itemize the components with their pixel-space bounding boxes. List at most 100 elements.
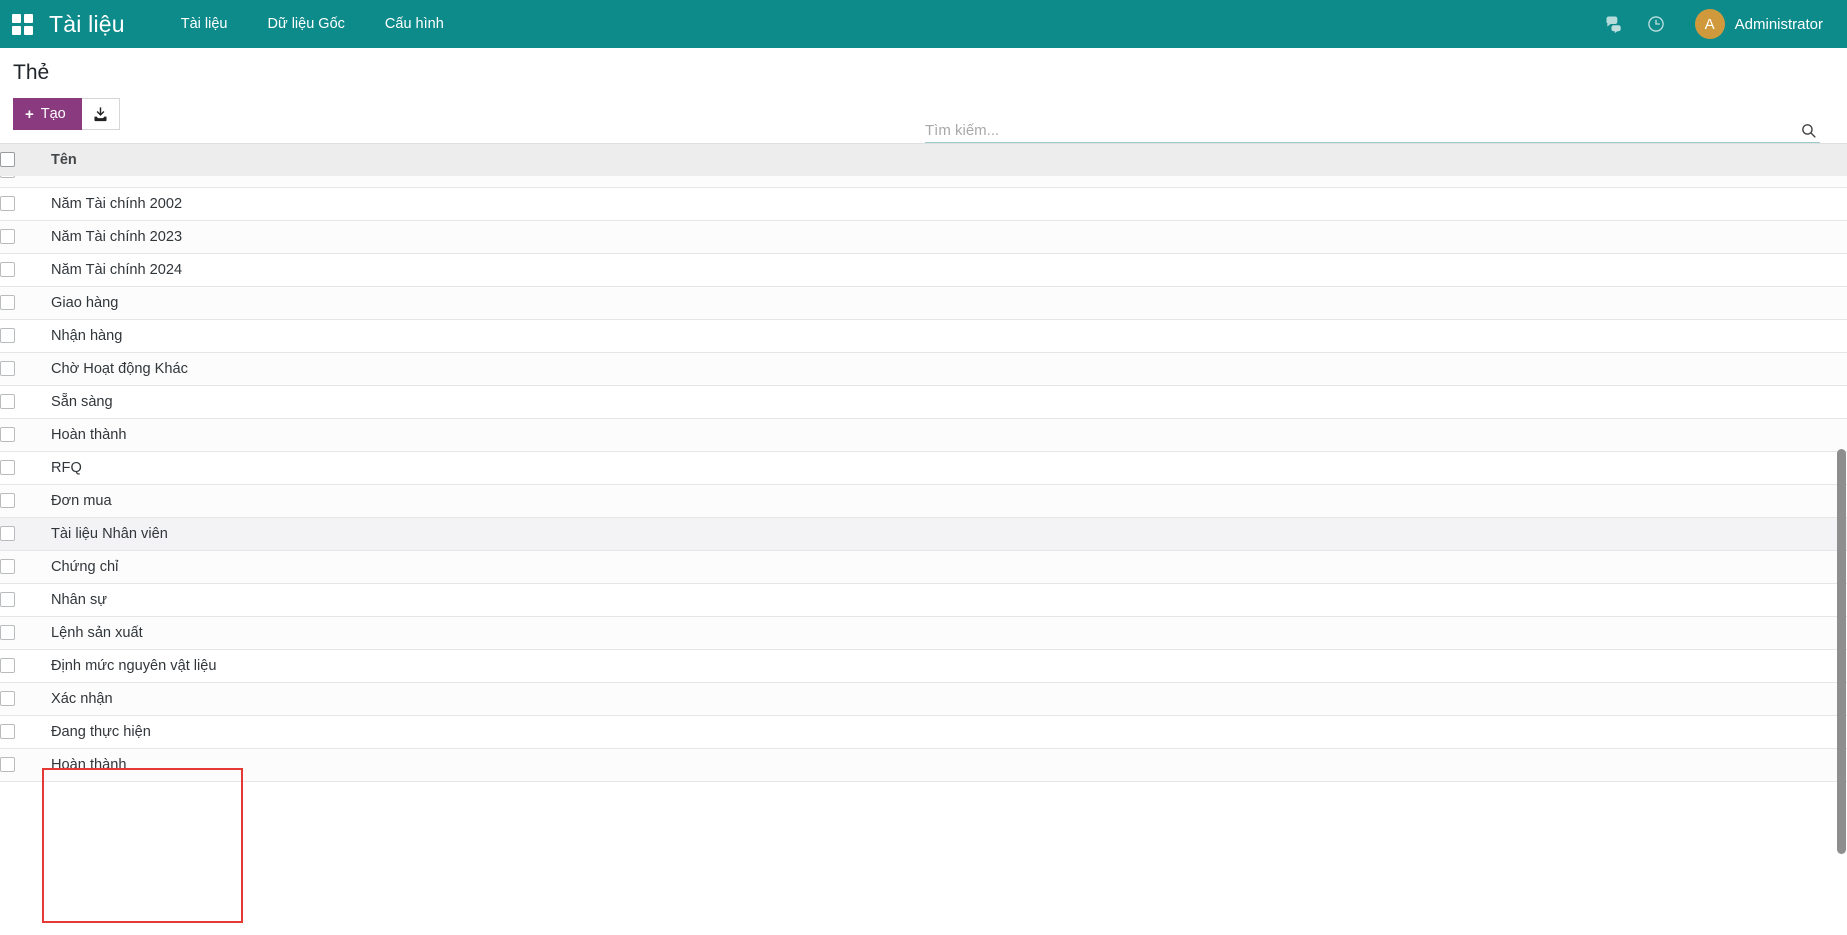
row-name-cell[interactable]: Sẵn sàng bbox=[51, 385, 1847, 418]
row-name-cell[interactable]: Tài liệu Nhân viên bbox=[51, 517, 1847, 550]
row-select-cell bbox=[0, 418, 51, 451]
row-name-cell[interactable]: Chứng chỉ bbox=[51, 550, 1847, 583]
user-name-label: Administrator bbox=[1735, 16, 1823, 33]
row-checkbox[interactable] bbox=[0, 361, 15, 376]
row-name-cell[interactable]: Định mức nguyên vật liệu bbox=[51, 649, 1847, 682]
row-select-cell bbox=[0, 176, 51, 187]
row-select-cell bbox=[0, 484, 51, 517]
table-row[interactable]: Sẵn sàng bbox=[0, 385, 1847, 418]
table-header-row: Tên bbox=[0, 144, 1847, 176]
table-row[interactable]: Năm Tài chính 2002 bbox=[0, 187, 1847, 220]
table-row[interactable]: Năm Tài chính 2023 bbox=[0, 220, 1847, 253]
table-row[interactable]: Hoàn thành bbox=[0, 748, 1847, 781]
row-checkbox[interactable] bbox=[0, 262, 15, 277]
table-row[interactable]: Giao hàng bbox=[0, 286, 1847, 319]
records-table-header: Tên bbox=[0, 144, 1847, 177]
nav-menu-documents[interactable]: Tài liệu bbox=[161, 0, 248, 48]
table-row[interactable]: Nhân sự bbox=[0, 583, 1847, 616]
table-row[interactable]: Hoàn thành bbox=[0, 418, 1847, 451]
search-icon[interactable] bbox=[1796, 118, 1820, 142]
row-name-cell[interactable]: Nhân sự bbox=[51, 583, 1847, 616]
action-button-group: + Tạo bbox=[13, 98, 120, 130]
row-checkbox[interactable] bbox=[0, 625, 15, 640]
row-checkbox[interactable] bbox=[0, 757, 15, 772]
plus-icon: + bbox=[25, 107, 34, 122]
row-name-cell[interactable]: Năm Tài chính 2023 bbox=[51, 220, 1847, 253]
records-table-body: Tài chínhNăm Tài chính 2002Năm Tài chính… bbox=[0, 176, 1847, 782]
search-box[interactable] bbox=[925, 116, 1820, 143]
row-checkbox[interactable] bbox=[0, 559, 15, 574]
vertical-scrollbar[interactable] bbox=[1836, 144, 1847, 935]
table-row[interactable]: Năm Tài chính 2024 bbox=[0, 253, 1847, 286]
row-checkbox[interactable] bbox=[0, 196, 15, 211]
table-row[interactable]: Đang thực hiện bbox=[0, 715, 1847, 748]
table-row[interactable]: Đơn mua bbox=[0, 484, 1847, 517]
row-select-cell bbox=[0, 616, 51, 649]
activities-clock-icon[interactable] bbox=[1635, 0, 1677, 48]
table-row[interactable]: Định mức nguyên vật liệu bbox=[0, 649, 1847, 682]
select-all-header bbox=[0, 144, 51, 176]
row-select-cell bbox=[0, 253, 51, 286]
table-row[interactable]: Chứng chỉ bbox=[0, 550, 1847, 583]
app-brand-title[interactable]: Tài liệu bbox=[49, 11, 125, 38]
row-name-cell[interactable]: RFQ bbox=[51, 451, 1847, 484]
row-select-cell bbox=[0, 220, 51, 253]
import-download-icon[interactable] bbox=[82, 98, 120, 130]
row-checkbox[interactable] bbox=[0, 724, 15, 739]
top-navbar: Tài liệu Tài liệu Dữ liệu Gốc Cấu hình A… bbox=[0, 0, 1847, 48]
row-name-cell[interactable]: Nhận hàng bbox=[51, 319, 1847, 352]
apps-grid-icon[interactable] bbox=[12, 14, 33, 35]
row-name-cell[interactable]: Chờ Hoạt động Khác bbox=[51, 352, 1847, 385]
row-select-cell bbox=[0, 748, 51, 781]
nav-menu-master-data[interactable]: Dữ liệu Gốc bbox=[248, 0, 365, 48]
row-name-cell[interactable]: Lệnh sản xuất bbox=[51, 616, 1847, 649]
row-select-cell bbox=[0, 187, 51, 220]
row-name-cell[interactable]: Xác nhận bbox=[51, 682, 1847, 715]
table-row[interactable]: Xác nhận bbox=[0, 682, 1847, 715]
row-checkbox[interactable] bbox=[0, 592, 15, 607]
vertical-scrollbar-thumb[interactable] bbox=[1837, 449, 1846, 854]
row-checkbox[interactable] bbox=[0, 658, 15, 673]
create-button[interactable]: + Tạo bbox=[13, 98, 82, 130]
row-select-cell bbox=[0, 517, 51, 550]
row-select-cell bbox=[0, 649, 51, 682]
row-name-cell[interactable]: Đang thực hiện bbox=[51, 715, 1847, 748]
row-name-cell[interactable]: Giao hàng bbox=[51, 286, 1847, 319]
records-list-area: Tên Tài chínhNăm Tài chính 2002Năm Tài c… bbox=[0, 144, 1847, 935]
column-header-name: Tên bbox=[51, 144, 1847, 176]
row-name-cell[interactable]: Hoàn thành bbox=[51, 748, 1847, 781]
search-input[interactable] bbox=[925, 122, 1796, 142]
row-checkbox[interactable] bbox=[0, 394, 15, 409]
row-name-cell[interactable]: Đơn mua bbox=[51, 484, 1847, 517]
nav-menu-configuration[interactable]: Cấu hình bbox=[365, 0, 464, 48]
row-checkbox[interactable] bbox=[0, 493, 15, 508]
user-menu[interactable]: A Administrator bbox=[1677, 0, 1829, 48]
row-name-cell[interactable]: Tài chính bbox=[51, 176, 1847, 187]
row-checkbox[interactable] bbox=[0, 328, 15, 343]
table-row[interactable]: Tài chính bbox=[0, 176, 1847, 187]
row-checkbox[interactable] bbox=[0, 295, 15, 310]
row-name-cell[interactable]: Hoàn thành bbox=[51, 418, 1847, 451]
row-select-cell bbox=[0, 550, 51, 583]
row-select-cell bbox=[0, 583, 51, 616]
table-row[interactable]: Nhận hàng bbox=[0, 319, 1847, 352]
table-row[interactable]: Chờ Hoạt động Khác bbox=[0, 352, 1847, 385]
select-all-checkbox[interactable] bbox=[0, 152, 15, 167]
table-row[interactable]: Lệnh sản xuất bbox=[0, 616, 1847, 649]
messages-icon[interactable] bbox=[1593, 0, 1635, 48]
row-select-cell bbox=[0, 352, 51, 385]
row-checkbox[interactable] bbox=[0, 691, 15, 706]
row-checkbox[interactable] bbox=[0, 427, 15, 442]
table-row[interactable]: RFQ bbox=[0, 451, 1847, 484]
records-scroll-container[interactable]: Tài chínhNăm Tài chính 2002Năm Tài chính… bbox=[0, 176, 1847, 935]
row-checkbox[interactable] bbox=[0, 460, 15, 475]
row-select-cell bbox=[0, 319, 51, 352]
row-checkbox[interactable] bbox=[0, 526, 15, 541]
table-row[interactable]: Tài liệu Nhân viên bbox=[0, 517, 1847, 550]
row-name-cell[interactable]: Năm Tài chính 2002 bbox=[51, 187, 1847, 220]
avatar: A bbox=[1695, 9, 1725, 39]
row-select-cell bbox=[0, 451, 51, 484]
row-checkbox[interactable] bbox=[0, 176, 15, 178]
row-checkbox[interactable] bbox=[0, 229, 15, 244]
row-name-cell[interactable]: Năm Tài chính 2024 bbox=[51, 253, 1847, 286]
